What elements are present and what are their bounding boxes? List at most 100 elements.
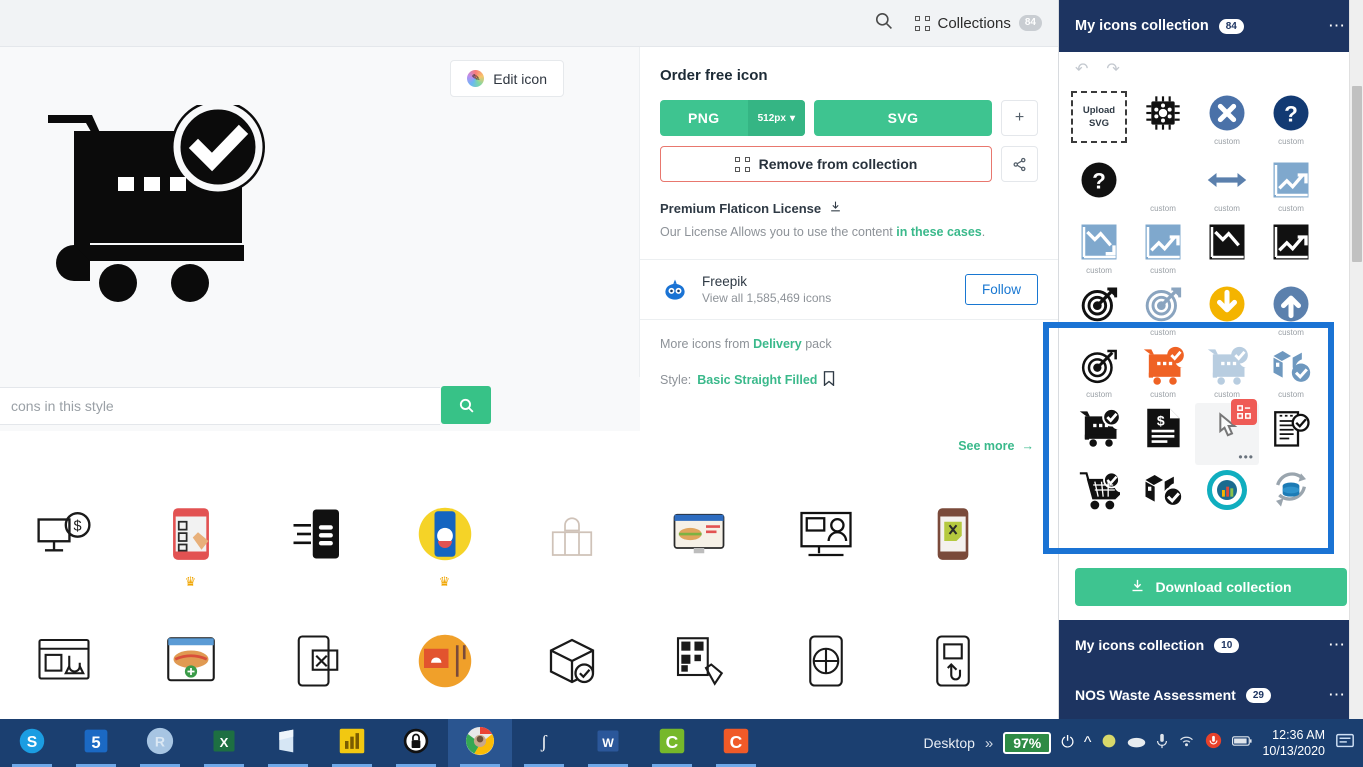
- shopping-bag-shelf-icon[interactable]: [508, 473, 635, 600]
- collection-list-item[interactable]: My icons collection 10 ⋯: [1059, 620, 1363, 670]
- chart-up-blue-2-icon[interactable]: custom: [1131, 217, 1195, 279]
- chart-up-black-icon[interactable]: [1259, 217, 1323, 279]
- download-svg-button[interactable]: SVG: [814, 100, 992, 136]
- mobile-hand-tap-icon[interactable]: [889, 600, 1016, 719]
- search-icon[interactable]: [874, 11, 893, 35]
- mobile-gift-target-icon[interactable]: [762, 600, 889, 719]
- battery-percent-indicator[interactable]: 97%: [1003, 732, 1052, 754]
- cpu-chip-icon[interactable]: [1131, 88, 1195, 155]
- camtasia-taskbar-icon[interactable]: C: [640, 719, 704, 767]
- gotomeeting-taskbar-icon[interactable]: ʃ: [512, 719, 576, 767]
- navy-question-circle-icon[interactable]: ? custom: [1259, 88, 1323, 155]
- collections-nav-item[interactable]: Collections 84: [914, 15, 1042, 32]
- download-icon[interactable]: [829, 200, 842, 216]
- mobile-qr-scan-icon[interactable]: [635, 600, 762, 719]
- record-icon[interactable]: [1205, 732, 1222, 754]
- empty-slot[interactable]: custom: [1131, 155, 1195, 217]
- author-subtitle[interactable]: View all 1,585,469 icons: [702, 291, 831, 305]
- snagit-taskbar-icon[interactable]: 5: [64, 719, 128, 767]
- cart-basket-check-icon[interactable]: [1067, 465, 1131, 527]
- remove-from-collection-icon[interactable]: [1231, 399, 1257, 425]
- food-tray-fork-icon[interactable]: [381, 600, 508, 719]
- camtasia-recorder-taskbar-icon[interactable]: C: [704, 719, 768, 767]
- browser-package-click-icon[interactable]: [0, 600, 127, 719]
- chevron-up-icon[interactable]: ^: [1084, 734, 1092, 752]
- cart-check-light-icon[interactable]: custom: [1195, 341, 1259, 403]
- mobile-food-delivery-icon[interactable]: ♛: [381, 473, 508, 600]
- food-order-website-icon[interactable]: [635, 473, 762, 600]
- style-value[interactable]: Basic Straight Filled: [697, 373, 817, 387]
- edit-icon-button[interactable]: ✎ Edit icon: [450, 60, 564, 97]
- mobile-restaurant-chat-icon[interactable]: [889, 473, 1016, 600]
- lastpass-taskbar-icon[interactable]: [384, 719, 448, 767]
- onenote-taskbar-icon[interactable]: [256, 719, 320, 767]
- monitor-chat-person-icon[interactable]: [762, 473, 889, 600]
- remove-from-collection-button[interactable]: Remove from collection: [660, 146, 992, 182]
- rstudio-taskbar-icon[interactable]: R: [128, 719, 192, 767]
- collection-menu-button[interactable]: ⋯: [1328, 16, 1347, 36]
- collection-item-menu-button[interactable]: ⋯: [1328, 685, 1347, 705]
- search-submit-button[interactable]: [441, 386, 491, 424]
- microphone-icon[interactable]: [1156, 733, 1168, 754]
- target-dart-black-icon[interactable]: [1067, 279, 1131, 341]
- upload-svg-dropzone-box[interactable]: Upload SVG: [1071, 91, 1127, 143]
- target-dart-grey-icon[interactable]: custom: [1131, 279, 1195, 341]
- collection-list-item[interactable]: NOS Waste Assessment 29 ⋯: [1059, 670, 1363, 720]
- target-dart-outline-icon[interactable]: custom: [1067, 341, 1131, 403]
- icon-options-menu[interactable]: •••: [1238, 450, 1254, 464]
- chart-down-black-icon[interactable]: [1195, 217, 1259, 279]
- action-center-icon[interactable]: [1335, 731, 1355, 756]
- download-collection-button[interactable]: Download collection: [1075, 568, 1347, 606]
- share-button[interactable]: [1001, 146, 1038, 182]
- double-arrow-icon[interactable]: custom: [1195, 155, 1259, 217]
- package-check-box-icon[interactable]: [508, 600, 635, 719]
- chart-up-blue-icon[interactable]: custom: [1259, 155, 1323, 217]
- upload-circle-blue-icon[interactable]: custom: [1259, 279, 1323, 341]
- add-to-collection-button[interactable]: +: [1001, 100, 1038, 136]
- taskbar-clock[interactable]: 12:36 AM 10/13/2020: [1262, 727, 1325, 759]
- database-sync-icon[interactable]: [1259, 465, 1323, 527]
- see-more-link[interactable]: See more →: [958, 439, 1034, 453]
- collection-item-menu-button[interactable]: ⋯: [1328, 635, 1347, 655]
- pack-link[interactable]: Delivery: [753, 337, 802, 351]
- desktop-toolbar-label[interactable]: Desktop: [924, 735, 975, 751]
- excel-taskbar-icon[interactable]: X: [192, 719, 256, 767]
- black-question-circle-icon[interactable]: ?: [1067, 155, 1131, 217]
- cart-check-orange-icon[interactable]: custom: [1131, 341, 1195, 403]
- redo-icon[interactable]: ↷: [1106, 59, 1119, 79]
- blue-x-circle-icon[interactable]: custom: [1195, 88, 1259, 155]
- author-name[interactable]: Freepik: [702, 274, 831, 289]
- download-circle-yellow-icon[interactable]: [1195, 279, 1259, 341]
- png-size-selector[interactable]: 512px ▾: [747, 100, 805, 136]
- cart-check-black-icon[interactable]: [1067, 403, 1131, 465]
- analytics-circle-teal-icon[interactable]: [1195, 465, 1259, 527]
- search-input[interactable]: cons in this style: [0, 387, 440, 425]
- window-scrollbar-track[interactable]: [1349, 0, 1363, 719]
- chat-money-monitor-icon[interactable]: $: [0, 473, 127, 600]
- wifi-icon[interactable]: [1178, 734, 1195, 752]
- package-check-blue-icon[interactable]: custom: [1259, 341, 1323, 403]
- bookmark-icon[interactable]: [823, 371, 835, 389]
- battery-tray-icon[interactable]: [1232, 734, 1253, 752]
- cloud-icon[interactable]: [1127, 734, 1146, 753]
- undo-icon[interactable]: ↶: [1075, 59, 1088, 79]
- shield-icon[interactable]: [1101, 733, 1117, 754]
- upload-svg-dropzone[interactable]: Upload SVG: [1067, 88, 1131, 155]
- word-taskbar-icon[interactable]: W: [576, 719, 640, 767]
- hovered-icon-cell[interactable]: •••: [1195, 399, 1259, 465]
- hotdog-add-browser-icon[interactable]: [127, 600, 254, 719]
- license-cases-link[interactable]: in these cases: [896, 225, 981, 239]
- package-check-black-icon[interactable]: [1131, 465, 1195, 527]
- chart-down-blue-icon[interactable]: custom: [1067, 217, 1131, 279]
- window-scrollbar-thumb[interactable]: [1352, 86, 1362, 262]
- follow-button[interactable]: Follow: [964, 274, 1038, 305]
- chrome-taskbar-icon[interactable]: [448, 719, 512, 767]
- toolbar-overflow-icon[interactable]: »: [985, 735, 993, 752]
- download-png-button[interactable]: PNG 512px ▾: [660, 100, 805, 136]
- powerbi-taskbar-icon[interactable]: [320, 719, 384, 767]
- mobile-checklist-hand-icon[interactable]: ♛: [127, 473, 254, 600]
- mobile-burger-lines-icon[interactable]: [254, 473, 381, 600]
- skype-taskbar-icon[interactable]: S: [0, 719, 64, 767]
- invoice-dollar-icon[interactable]: $: [1131, 403, 1195, 465]
- power-plug-icon[interactable]: ⏻: [1061, 734, 1074, 752]
